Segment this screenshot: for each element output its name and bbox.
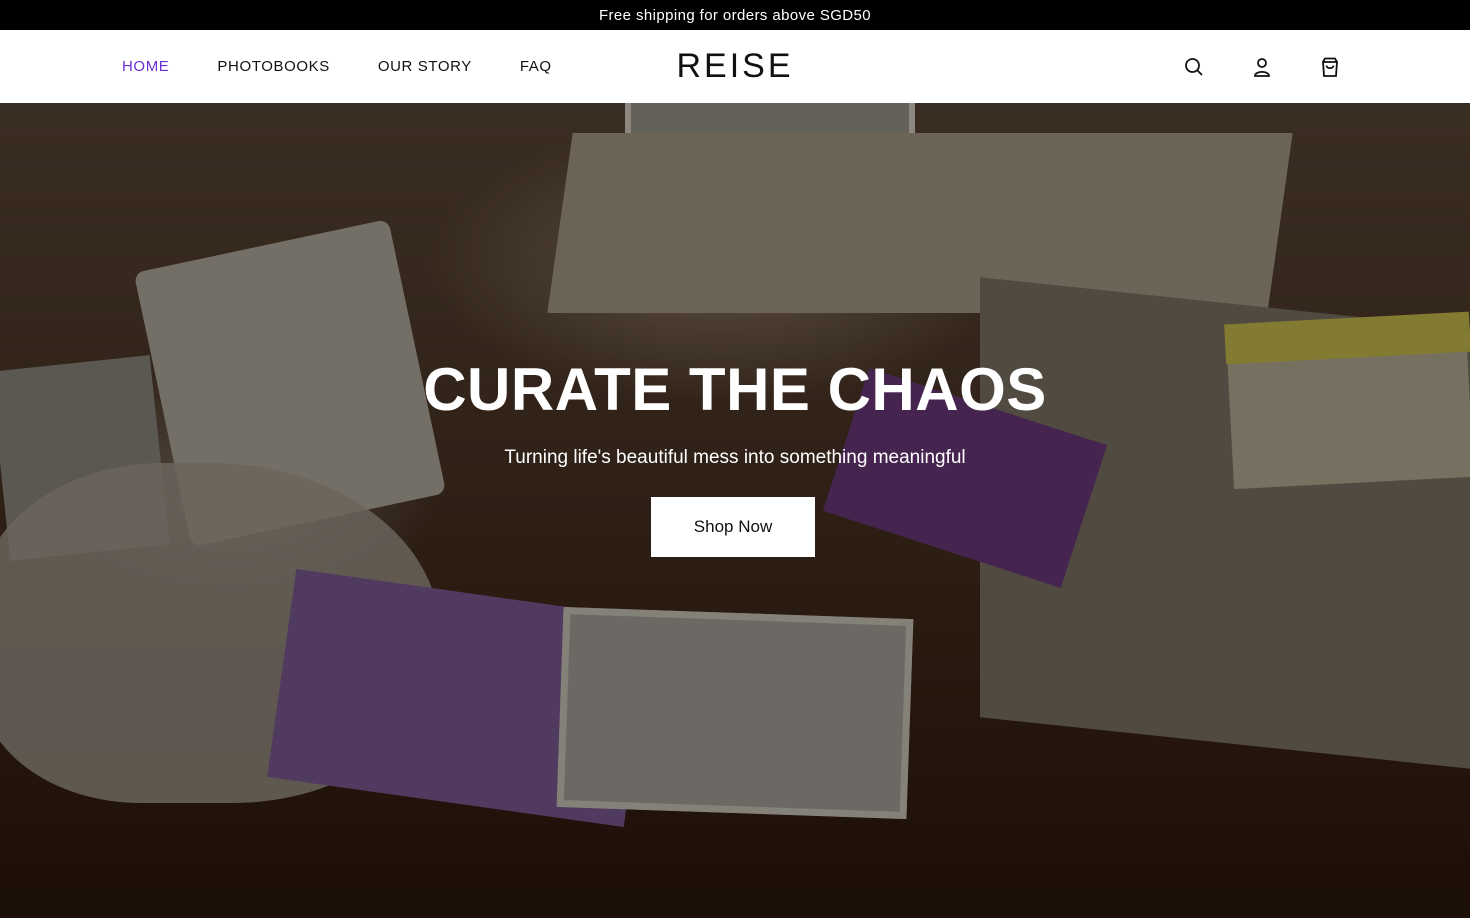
shop-now-button[interactable]: Shop Now xyxy=(651,497,815,557)
main-nav: HOME PHOTOBOOKS OUR STORY FAQ xyxy=(122,30,600,103)
hero-title: CURATE THE CHAOS xyxy=(423,356,1047,423)
search-icon[interactable] xyxy=(1182,55,1206,79)
nav-faq[interactable]: FAQ xyxy=(520,58,552,75)
nav-home[interactable]: HOME xyxy=(122,58,169,75)
nav-photobooks[interactable]: PHOTOBOOKS xyxy=(217,58,329,75)
account-icon[interactable] xyxy=(1250,55,1274,79)
announcement-text: Free shipping for orders above SGD50 xyxy=(598,6,872,24)
nav-our-story[interactable]: OUR STORY xyxy=(378,58,472,75)
announcement-bar: Free shipping for orders above SGD50 xyxy=(0,0,1470,30)
site-header: HOME PHOTOBOOKS OUR STORY FAQ REISE xyxy=(0,30,1470,103)
cart-icon[interactable] xyxy=(1318,55,1342,79)
brand-logo[interactable]: REISE xyxy=(676,47,793,86)
header-icons xyxy=(1138,30,1342,103)
hero-content: CURATE THE CHAOS Turning life's beautifu… xyxy=(0,103,1470,918)
hero-banner: CURATE THE CHAOS Turning life's beautifu… xyxy=(0,103,1470,918)
hero-subtitle: Turning life's beautiful mess into somet… xyxy=(504,447,966,468)
